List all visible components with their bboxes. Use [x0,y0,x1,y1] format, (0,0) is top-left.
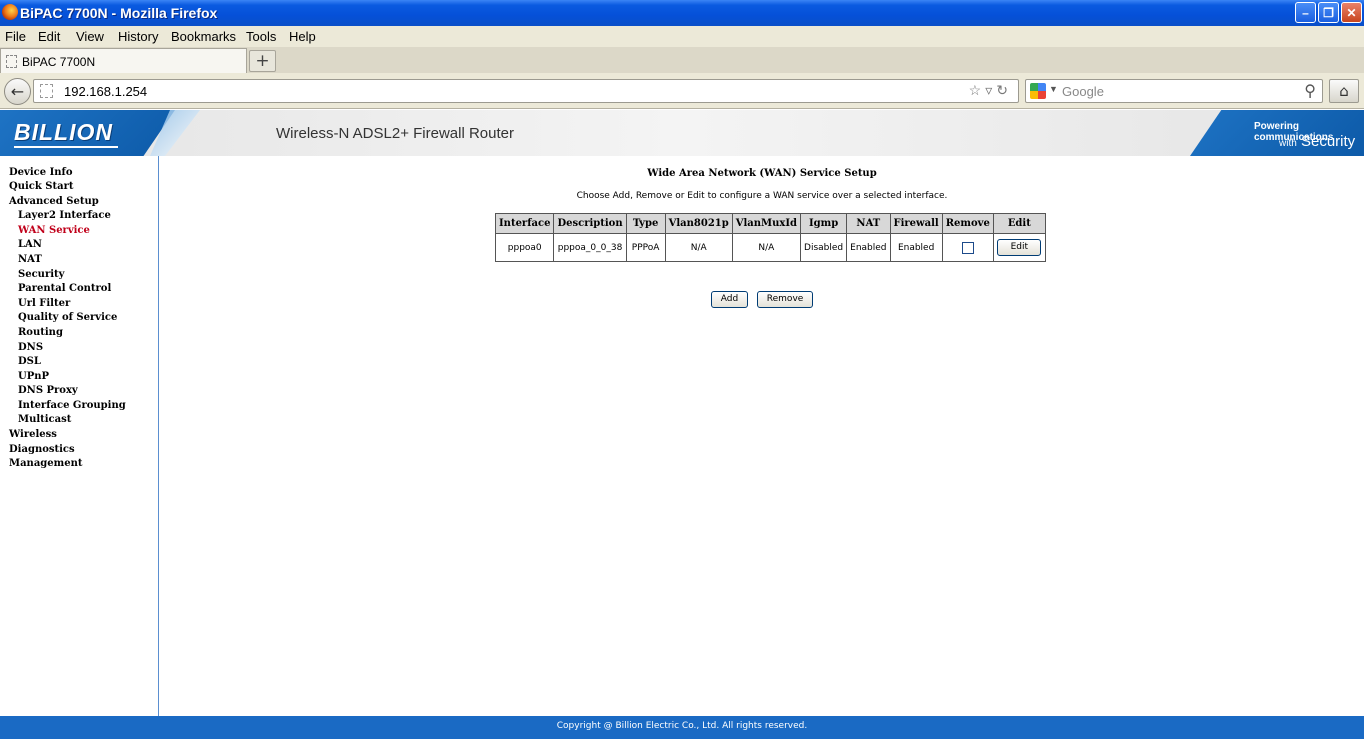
nav-parental-control[interactable]: Parental Control [18,283,111,294]
nav-upnp[interactable]: UPnP [18,371,49,382]
nav-dns-proxy[interactable]: DNS Proxy [18,385,78,396]
nav-routing[interactable]: Routing [18,327,63,338]
col-description: Description [553,213,627,234]
nav-management[interactable]: Management [9,458,83,469]
nav-multicast[interactable]: Multicast [18,414,71,425]
nav-lan[interactable]: LAN [18,239,42,250]
menu-bar: File Edit View History Bookmarks Tools H… [0,26,1364,47]
menu-edit[interactable]: Edit [38,29,60,44]
table-actions: Add Remove [160,286,1364,308]
search-engine-dropdown-icon[interactable]: ▼ [1049,84,1058,94]
reload-icon[interactable]: ↻ [996,82,1012,98]
add-button[interactable]: Add [710,291,748,308]
page-title: Wide Area Network (WAN) Service Setup [647,168,877,179]
nav-quick-start[interactable]: Quick Start [9,181,74,192]
cell-edit: Edit [992,233,1046,262]
page-footer: Copyright @ Billion Electric Co., Ltd. A… [0,716,1364,739]
slogan-with: with [1279,138,1297,149]
nav-wireless[interactable]: Wireless [9,429,57,440]
col-nat: NAT [846,213,891,234]
menu-help[interactable]: Help [289,29,316,44]
remove-checkbox[interactable] [961,241,974,254]
col-igmp: Igmp [800,213,848,234]
menu-tools[interactable]: Tools [246,29,276,44]
table-header-row: Interface Description Type Vlan8021p Vla… [494,213,1046,234]
page-description: Choose Add, Remove or Edit to configure … [576,191,948,201]
slogan-security: Security [1300,133,1356,150]
url-bar[interactable]: 192.168.1.254 ☆▿↻ [33,79,1019,103]
url-text: 192.168.1.254 [64,84,148,99]
window-title: BiPAC 7700N - Mozilla Firefox [20,5,218,21]
back-button[interactable]: ← [4,78,31,105]
billion-logo: BILLION [14,119,113,145]
nav-quality-of-service[interactable]: Quality of Service [18,312,117,323]
slogan-line2: with Security [1279,133,1355,150]
menu-history[interactable]: History [118,29,158,44]
menu-file[interactable]: File [5,29,26,44]
nav-dns[interactable]: DNS [18,342,43,353]
menu-bookmarks[interactable]: Bookmarks [171,29,236,44]
navigation-toolbar: ← 192.168.1.254 ☆▿↻ ▼ Google ⚲ ⌂ [0,73,1364,109]
home-icon: ⌂ [1339,82,1349,100]
menu-view[interactable]: View [76,29,104,44]
google-icon[interactable] [1030,83,1046,99]
edit-button[interactable]: Edit [997,239,1042,256]
col-firewall: Firewall [889,213,943,234]
cell-igmp: Disabled [800,233,848,262]
cell-interface: pppoa0 [494,233,555,262]
search-bar[interactable]: ▼ Google ⚲ [1025,79,1323,103]
history-dropdown-icon[interactable]: ▿ [985,82,996,98]
nav-url-filter[interactable]: Url Filter [18,298,70,309]
sidebar-nav: Device Info Quick Start Advanced Setup L… [0,156,159,716]
col-vlan8021p: Vlan8021p [664,213,733,234]
nav-dsl[interactable]: DSL [18,356,41,367]
tab-label: BiPAC 7700N [22,55,96,69]
window-titlebar: BiPAC 7700N - Mozilla Firefox – ❐ ✕ [0,0,1364,26]
main-content: Wide Area Network (WAN) Service Setup Ch… [160,156,1364,716]
table-row: pppoa0 pppoa_0_0_38 PPPoA N/A N/A Disabl… [494,233,1046,262]
router-banner: BILLION Wireless-N ADSL2+ Firewall Route… [0,110,1364,156]
remove-button[interactable]: Remove [757,291,814,308]
cell-type: PPPoA [625,233,666,262]
bookmark-star-icon[interactable]: ☆ [969,82,986,98]
cell-vlanmuxid: N/A [731,233,802,262]
nav-diagnostics[interactable]: Diagnostics [9,444,75,455]
nav-advanced-setup[interactable]: Advanced Setup [9,196,99,207]
cell-vlan8021p: N/A [664,233,733,262]
minimize-button[interactable]: – [1295,2,1316,23]
tab-strip: BiPAC 7700N + [0,47,1364,73]
col-remove: Remove [941,213,994,234]
magnifier-icon[interactable]: ⚲ [1304,81,1316,101]
nav-wan-service[interactable]: WAN Service [18,225,90,236]
logo-underline [14,146,118,148]
product-title: Wireless-N ADSL2+ Firewall Router [276,125,514,142]
close-button[interactable]: ✕ [1341,2,1362,23]
cell-nat: Enabled [846,233,891,262]
cell-remove [941,233,994,262]
new-tab-button[interactable]: + [249,50,276,72]
col-edit: Edit [992,213,1046,234]
nav-nat[interactable]: NAT [18,254,42,265]
cell-firewall: Enabled [889,233,943,262]
nav-interface-grouping[interactable]: Interface Grouping [18,400,126,411]
col-type: Type [625,213,666,234]
tab-bipac[interactable]: BiPAC 7700N [0,48,247,73]
wan-service-table: Interface Description Type Vlan8021p Vla… [494,213,1046,262]
nav-device-info[interactable]: Device Info [9,167,73,178]
firefox-icon [2,4,18,20]
site-identity-icon[interactable] [40,84,53,98]
cell-description: pppoa_0_0_38 [553,233,627,262]
col-vlanmuxid: VlanMuxId [731,213,802,234]
search-placeholder: Google [1062,84,1104,99]
home-button[interactable]: ⌂ [1329,79,1359,103]
back-arrow-icon: ← [10,82,25,101]
col-interface: Interface [494,213,555,234]
maximize-button[interactable]: ❐ [1318,2,1339,23]
page-icon [6,55,17,68]
nav-security[interactable]: Security [18,269,64,280]
nav-layer2-interface[interactable]: Layer2 Interface [18,210,111,221]
